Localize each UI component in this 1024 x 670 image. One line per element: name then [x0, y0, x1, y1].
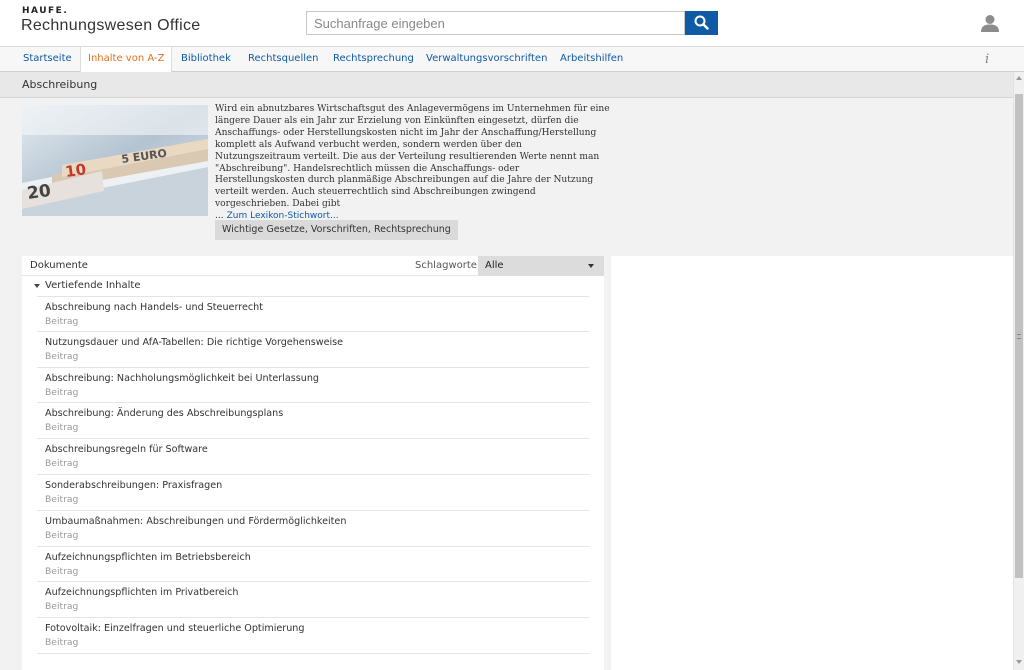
list-item[interactable]: Abschreibung: Nachholungsmöglichkeit bei…: [37, 367, 589, 404]
document-title: Fotovoltaik: Einzelfragen und steuerlich…: [45, 623, 305, 635]
list-item[interactable]: Fotovoltaik: Einzelfragen und steuerlich…: [37, 618, 589, 654]
document-title: Umbaumaßnahmen: Abschreibungen und Förde…: [45, 515, 347, 527]
lexikon-section: 10 5 EURO 20 Wird ein abnutzbares Wirtsc…: [0, 98, 1013, 248]
keyword-filter-label: Schlagworte:: [415, 260, 481, 271]
document-type: Beitrag: [45, 565, 79, 577]
document-title: Sonderabschreibungen: Praxisfragen: [45, 479, 223, 491]
haufe-logo[interactable]: HAUFE.: [22, 6, 68, 16]
keyword-filter-value: Alle: [485, 260, 504, 271]
search-icon: [694, 15, 709, 30]
document-type: Beitrag: [45, 422, 79, 434]
nav-arbeitshilfen[interactable]: Arbeitshilfen: [553, 47, 630, 72]
caret-down-icon: [34, 284, 40, 288]
document-title: Aufzeichnungspflichten im Privatbereich: [45, 587, 239, 599]
chevron-down-icon: [588, 264, 594, 268]
documents-header: Dokumente Schlagworte: Alle: [22, 256, 604, 276]
document-type: Beitrag: [45, 493, 79, 505]
search-button[interactable]: [685, 11, 718, 35]
document-title: Abschreibung: Änderung des Abschreibungs…: [45, 408, 284, 420]
document-title: Abschreibung nach Handels- und Steuerrec…: [45, 302, 263, 313]
document-type: Beitrag: [45, 458, 79, 470]
documents-title: Dokumente: [30, 260, 88, 271]
list-item[interactable]: Abschreibung nach Handels- und Steuerrec…: [37, 296, 589, 332]
document-type: Beitrag: [45, 316, 79, 327]
scroll-up-icon[interactable]: [1016, 76, 1022, 80]
group-label: Vertiefende Inhalte: [45, 280, 141, 291]
grip-icon: [1017, 334, 1021, 339]
documents-panel: Dokumente Schlagworte: Alle Vertiefende …: [22, 256, 604, 670]
document-type: Beitrag: [45, 529, 79, 541]
right-panel: [611, 256, 1013, 670]
user-icon[interactable]: [980, 13, 1000, 33]
scroll-down-icon[interactable]: [1016, 660, 1022, 664]
document-type: Beitrag: [45, 637, 79, 649]
document-list: Abschreibung nach Handels- und Steuerrec…: [37, 296, 589, 654]
info-icon[interactable]: i: [985, 52, 989, 67]
document-type: Beitrag: [45, 350, 79, 362]
nav-verwaltungsvorschriften[interactable]: Verwaltungsvorschriften: [419, 47, 554, 72]
list-item[interactable]: Umbaumaßnahmen: Abschreibungen und Förde…: [37, 510, 589, 547]
document-title: Abschreibungsregeln für Software: [45, 444, 208, 456]
laws-regulations-button[interactable]: Wichtige Gesetze, Vorschriften, Rechtspr…: [215, 220, 458, 240]
nav-inhalte-a-z[interactable]: Inhalte von A-Z: [80, 47, 173, 73]
search-input[interactable]: [306, 11, 685, 35]
list-item[interactable]: Sonderabschreibungen: Praxisfragen Beitr…: [37, 474, 589, 511]
lexikon-excerpt: Wird ein abnutzbares Wirtschaftsgut des …: [215, 104, 610, 223]
banknotes-illustration: 10 5 EURO 20: [22, 105, 208, 216]
list-item[interactable]: Aufzeichnungspflichten im Privatbereich …: [37, 582, 589, 619]
document-type: Beitrag: [45, 601, 79, 613]
product-title[interactable]: Rechnungswesen Office: [21, 17, 200, 35]
document-title: Nutzungsdauer und AfA-Tabellen: Die rich…: [45, 336, 344, 348]
lexikon-text: Wird ein abnutzbares Wirtschaftsgut des …: [215, 104, 610, 210]
svg-text:20: 20: [26, 181, 52, 204]
page-title-bar: Abschreibung: [0, 72, 1013, 98]
page-title: Abschreibung: [22, 78, 98, 91]
list-item[interactable]: Abschreibungsregeln für Software Beitrag: [37, 439, 589, 475]
search-bar: [306, 11, 718, 35]
document-type: Beitrag: [45, 386, 79, 398]
page-scrollbar[interactable]: [1013, 72, 1024, 670]
scrollbar-thumb[interactable]: [1015, 94, 1023, 578]
list-item[interactable]: Abschreibung: Änderung des Abschreibungs…: [37, 403, 589, 440]
document-title: Aufzeichnungspflichten im Betriebsbereic…: [45, 551, 251, 563]
document-title: Abschreibung: Nachholungsmöglichkeit bei…: [45, 372, 319, 384]
list-item[interactable]: Aufzeichnungspflichten im Betriebsbereic…: [37, 546, 589, 583]
list-item[interactable]: Nutzungsdauer und AfA-Tabellen: Die rich…: [37, 331, 589, 368]
nav-bibliothek[interactable]: Bibliothek: [174, 47, 238, 72]
nav-startseite[interactable]: Startseite: [16, 47, 79, 72]
nav-rechtsprechung[interactable]: Rechtsprechung: [326, 47, 421, 72]
app-header: HAUFE. Rechnungswesen Office: [0, 0, 1024, 46]
keyword-filter-select[interactable]: Alle: [478, 256, 604, 276]
nav-rechtsquellen[interactable]: Rechtsquellen: [241, 47, 326, 72]
svg-text:10: 10: [64, 160, 87, 181]
euro-banknotes-image: 10 5 EURO 20: [22, 105, 208, 216]
group-vertiefende-inhalte[interactable]: Vertiefende Inhalte: [22, 277, 604, 296]
main-nav: Startseite Inhalte von A-Z Bibliothek Re…: [0, 46, 1024, 73]
